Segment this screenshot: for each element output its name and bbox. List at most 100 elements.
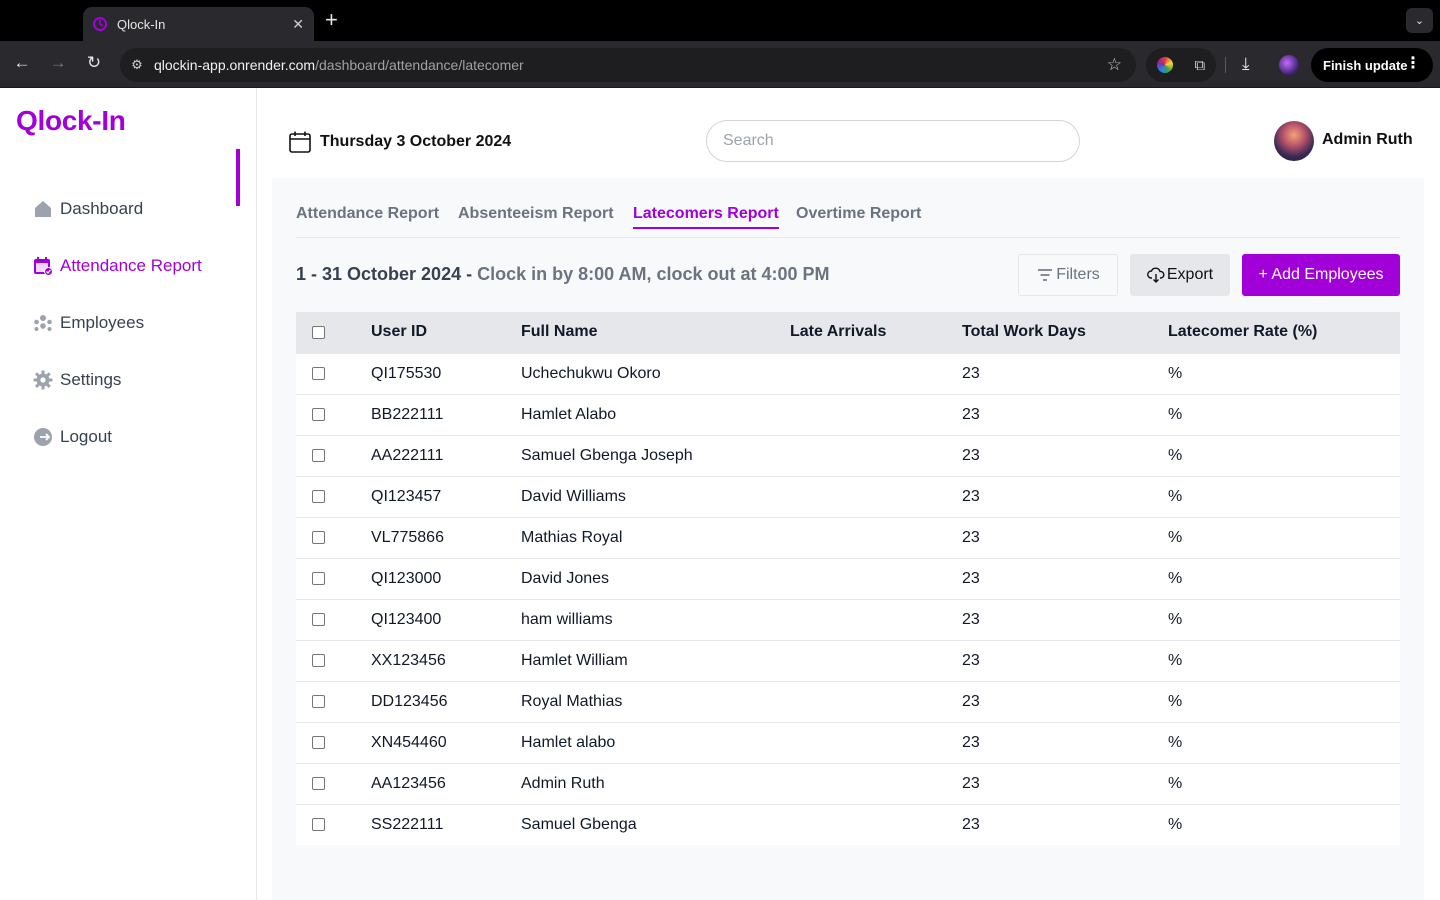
tab-attendance-report[interactable]: Attendance Report <box>296 205 439 223</box>
late-arrivals-cell <box>790 557 962 599</box>
user-id-cell: AA222111 <box>371 434 521 476</box>
latecomers-table: User ID Full Name Late Arrivals Total Wo… <box>296 312 1400 845</box>
browser-tab[interactable]: Qlock-In ✕ <box>83 7 314 41</box>
tab-latecomers-report[interactable]: Latecomers Report <box>633 205 779 229</box>
table-row[interactable]: XX123456 Hamlet William 23% <box>296 639 1400 681</box>
column-header-user-id[interactable]: User ID <box>371 312 521 353</box>
row-select-cell <box>296 352 371 394</box>
column-header-late-arrivals[interactable]: Late Arrivals <box>790 312 962 353</box>
row-select-cell <box>296 680 371 722</box>
late-arrivals-cell <box>790 434 962 476</box>
export-button[interactable]: Export <box>1130 254 1230 296</box>
add-employees-button[interactable]: + Add Employees <box>1242 254 1400 296</box>
back-arrow-icon[interactable]: ← <box>11 53 33 73</box>
sidebar-item-employees[interactable]: Employees <box>33 311 144 335</box>
user-id-cell: QI123400 <box>371 598 521 640</box>
row-select-cell <box>296 762 371 804</box>
export-label: Export <box>1166 266 1214 283</box>
total-work-days-cell: 23 <box>962 680 1168 722</box>
sidebar-item-label: Attendance Report <box>60 256 202 275</box>
close-tab-icon[interactable]: ✕ <box>292 16 304 33</box>
late-arrivals-cell <box>790 762 962 804</box>
table-row[interactable]: QI123400 ham williams 23% <box>296 598 1400 640</box>
user-id-cell: AA123456 <box>371 762 521 804</box>
table-row[interactable]: QI175530 Uchechukwu Okoro 23% <box>296 352 1400 394</box>
forward-arrow-icon[interactable]: → <box>47 53 69 73</box>
row-checkbox[interactable] <box>312 489 325 503</box>
late-arrivals-cell <box>790 721 962 763</box>
app-logo[interactable]: Qlock-In <box>16 105 126 137</box>
url-path: /dashboard/attendance/latecomer <box>315 57 524 73</box>
avatar[interactable] <box>1274 121 1314 161</box>
latecomer-rate-cell: % <box>1168 352 1400 394</box>
column-header-latecomer-rate[interactable]: Latecomer Rate (%) <box>1168 312 1400 353</box>
column-header-total-work-days[interactable]: Total Work Days <box>962 312 1168 353</box>
late-arrivals-cell <box>790 393 962 435</box>
browser-tab-title: Qlock-In <box>117 16 166 32</box>
row-checkbox[interactable] <box>312 530 325 544</box>
gear-icon <box>33 370 53 390</box>
finish-update-label: Finish update <box>1323 57 1408 73</box>
row-checkbox[interactable] <box>312 694 325 708</box>
total-work-days-cell: 23 <box>962 434 1168 476</box>
search-input[interactable] <box>706 120 1080 162</box>
row-select-cell <box>296 598 371 640</box>
table-row[interactable]: AA123456 Admin Ruth 23% <box>296 762 1400 804</box>
logout-icon <box>33 427 53 447</box>
row-checkbox[interactable] <box>312 818 325 832</box>
table-row[interactable]: VL775866 Mathias Royal 23% <box>296 516 1400 558</box>
late-arrivals-cell <box>790 516 962 558</box>
row-select-cell <box>296 434 371 476</box>
total-work-days-cell: 23 <box>962 639 1168 681</box>
color-extension-icon[interactable] <box>1156 57 1173 73</box>
row-select-cell <box>296 721 371 763</box>
total-work-days-cell: 23 <box>962 721 1168 763</box>
bookmark-star-icon[interactable]: ☆ <box>1107 56 1122 73</box>
full-name-cell: Samuel Gbenga <box>521 803 790 845</box>
row-checkbox[interactable] <box>312 653 325 667</box>
full-name-cell: Uchechukwu Okoro <box>521 352 790 394</box>
select-all-checkbox[interactable] <box>312 325 325 339</box>
filters-button[interactable]: Filters <box>1018 254 1118 296</box>
table-row[interactable]: BB222111 Hamlet Alabo 23% <box>296 393 1400 435</box>
table-row[interactable]: SS222111 Samuel Gbenga 23% <box>296 803 1400 845</box>
sidebar-item-attendance-report[interactable]: Attendance Report <box>33 254 202 278</box>
late-arrivals-cell <box>790 598 962 640</box>
row-checkbox[interactable] <box>312 735 325 749</box>
table-row[interactable]: QI123457 David Williams 23% <box>296 475 1400 517</box>
row-checkbox[interactable] <box>312 407 325 421</box>
sidebar-item-settings[interactable]: Settings <box>33 368 121 392</box>
table-row[interactable]: DD123456 Royal Mathias 23% <box>296 680 1400 722</box>
row-checkbox[interactable] <box>312 776 325 790</box>
table-row[interactable]: QI123000 David Jones 23% <box>296 557 1400 599</box>
user-id-cell: SS222111 <box>371 803 521 845</box>
profile-avatar-icon[interactable] <box>1279 55 1299 75</box>
extensions-puzzle-icon[interactable]: ⧉ <box>1194 57 1205 74</box>
column-header-full-name[interactable]: Full Name <box>521 312 790 353</box>
sidebar-item-dashboard[interactable]: Dashboard <box>33 197 143 221</box>
table-row[interactable]: XN454460 Hamlet alabo 23% <box>296 721 1400 763</box>
row-checkbox[interactable] <box>312 571 325 585</box>
sidebar-item-logout[interactable]: Logout <box>33 425 112 449</box>
late-arrivals-cell <box>790 475 962 517</box>
tab-absenteeism-report[interactable]: Absenteeism Report <box>458 205 614 223</box>
new-tab-icon[interactable]: + <box>325 9 338 31</box>
tab-search-chevron-icon[interactable]: ⌄ <box>1406 8 1433 33</box>
table-row[interactable]: AA222111 Samuel Gbenga Joseph 23% <box>296 434 1400 476</box>
download-icon[interactable]: ⤓ <box>1242 54 1250 74</box>
full-name-cell: Hamlet Alabo <box>521 393 790 435</box>
user-name[interactable]: Admin Ruth <box>1322 131 1413 149</box>
reload-icon[interactable]: ↻ <box>83 53 105 73</box>
sidebar-item-label: Settings <box>60 370 122 389</box>
row-checkbox[interactable] <box>312 448 325 462</box>
finish-update-button[interactable]: Finish update ⋮ <box>1311 48 1433 82</box>
more-vertical-icon[interactable]: ⋮ <box>1405 56 1421 72</box>
row-checkbox[interactable] <box>312 366 325 380</box>
calendar-icon <box>288 130 312 154</box>
total-work-days-cell: 23 <box>962 393 1168 435</box>
user-id-cell: XX123456 <box>371 639 521 681</box>
address-bar[interactable]: ⚙ qlockin-app.onrender.com/dashboard/att… <box>120 48 1136 82</box>
row-checkbox[interactable] <box>312 612 325 626</box>
tab-overtime-report[interactable]: Overtime Report <box>796 205 921 223</box>
site-settings-icon[interactable]: ⚙ <box>120 57 154 73</box>
